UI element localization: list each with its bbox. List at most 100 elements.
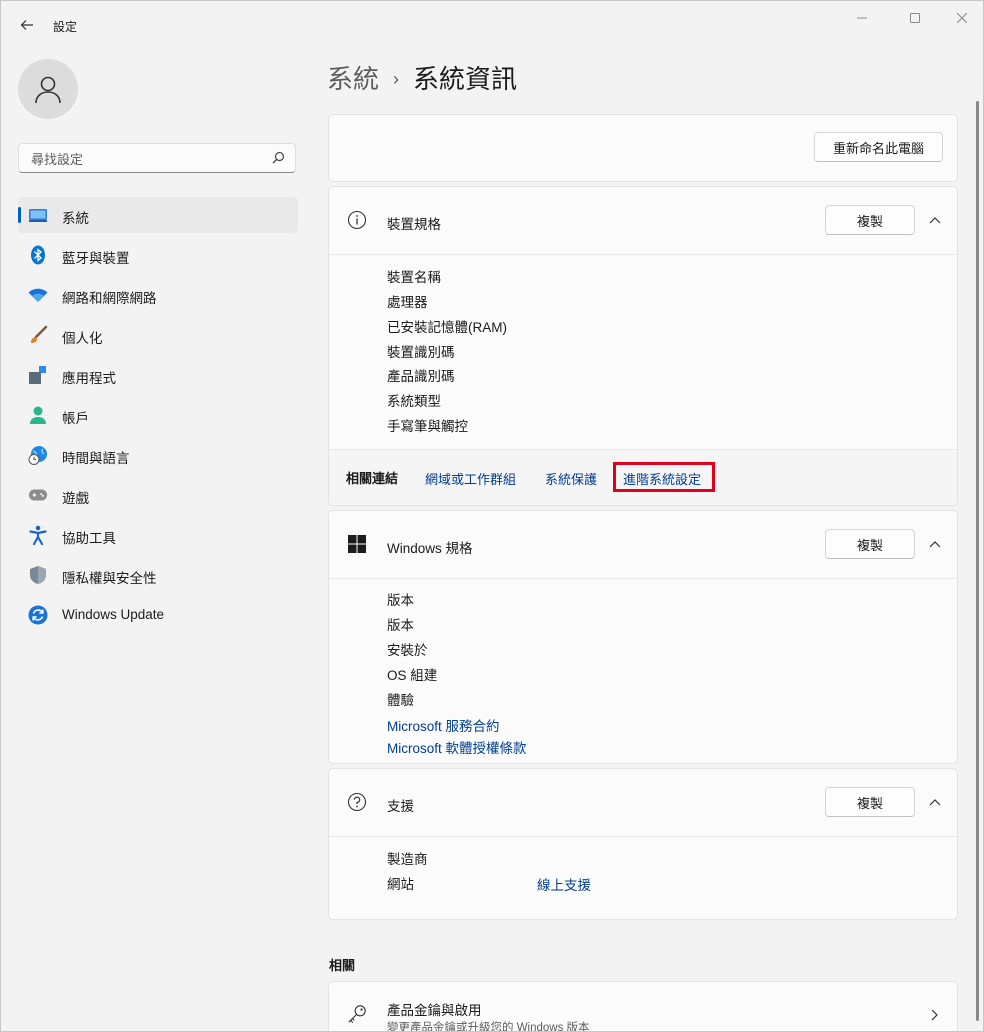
support-copy-button[interactable]: 複製 bbox=[825, 787, 915, 817]
rename-card: 重新命名此電腦 bbox=[328, 114, 958, 182]
user-avatar[interactable] bbox=[18, 59, 78, 119]
divider bbox=[329, 578, 957, 579]
system-protection-link[interactable]: 系統保護 bbox=[545, 469, 597, 488]
domain-workgroup-link[interactable]: 網域或工作群組 bbox=[425, 469, 516, 488]
support-title: 支援 bbox=[387, 799, 414, 814]
back-arrow-icon bbox=[20, 20, 33, 30]
bluetooth-icon bbox=[28, 245, 48, 265]
breadcrumb-separator-icon: › bbox=[393, 69, 400, 89]
search-box bbox=[18, 143, 296, 173]
key-icon bbox=[347, 1004, 367, 1024]
ms-services-agreement-link[interactable]: Microsoft 服務合約 bbox=[387, 715, 500, 735]
sidebar-item-privacy[interactable]: 隱私權與安全性 bbox=[18, 557, 298, 593]
brush-icon bbox=[28, 325, 48, 345]
device-specs-copy-button[interactable]: 複製 bbox=[825, 205, 915, 235]
advanced-system-settings-link[interactable]: 進階系統設定 bbox=[623, 469, 701, 488]
apps-icon bbox=[28, 365, 48, 385]
spec-label-experience: 體驗 bbox=[387, 693, 414, 708]
related-links-label: 相關連結 bbox=[346, 471, 399, 486]
account-icon bbox=[28, 405, 48, 425]
gamepad-icon bbox=[28, 485, 48, 505]
page-title: 系統資訊 bbox=[413, 64, 518, 94]
support-label-manufacturer: 製造商 bbox=[387, 852, 428, 867]
spec-label-version: 版本 bbox=[387, 618, 414, 633]
close-icon bbox=[957, 13, 967, 23]
chevron-up-icon bbox=[929, 541, 941, 548]
support-card: 支援 複製 製造商 網站 線上支援 bbox=[328, 768, 958, 920]
system-display-icon bbox=[28, 205, 48, 225]
chevron-up-icon bbox=[929, 217, 941, 224]
sidebar-item-windows-update[interactable]: Windows Update bbox=[18, 597, 298, 633]
spec-label-processor: 處理器 bbox=[387, 295, 428, 310]
divider bbox=[329, 836, 957, 837]
active-indicator bbox=[18, 207, 21, 223]
maximize-button[interactable] bbox=[892, 7, 938, 29]
sidebar-item-apps[interactable]: 應用程式 bbox=[18, 357, 298, 393]
sidebar-item-label: 應用程式 bbox=[62, 371, 116, 386]
support-label-website: 網站 bbox=[387, 877, 414, 892]
windows-specs-title: Windows 規格 bbox=[387, 541, 473, 556]
title-bar: 設定 bbox=[1, 1, 983, 49]
divider bbox=[329, 254, 957, 255]
product-key-title: 產品金鑰與啟用 bbox=[387, 1003, 482, 1018]
rename-pc-button[interactable]: 重新命名此電腦 bbox=[814, 132, 943, 162]
sidebar-item-label: 時間與語言 bbox=[62, 451, 130, 466]
sidebar-item-system[interactable]: 系統 bbox=[18, 197, 298, 233]
sidebar-item-bluetooth[interactable]: 藍牙與裝置 bbox=[18, 237, 298, 273]
spec-label-edition: 版本 bbox=[387, 593, 414, 608]
sidebar-item-label: 系統 bbox=[62, 211, 89, 226]
minimize-button[interactable] bbox=[839, 7, 885, 29]
ms-license-terms-link[interactable]: Microsoft 軟體授權條款 bbox=[387, 737, 527, 757]
info-icon bbox=[347, 210, 367, 230]
spec-label-installed-on: 安裝於 bbox=[387, 643, 428, 658]
chevron-right-icon bbox=[925, 1005, 945, 1025]
sidebar-item-label: 帳戶 bbox=[62, 411, 89, 426]
sidebar-item-label: 網路和網際網路 bbox=[62, 291, 157, 306]
sidebar-item-label: 遊戲 bbox=[62, 491, 89, 506]
spec-label-system-type: 系統類型 bbox=[387, 394, 441, 409]
sidebar-item-gaming[interactable]: 遊戲 bbox=[18, 477, 298, 513]
shield-icon bbox=[28, 565, 48, 585]
support-collapse-button[interactable] bbox=[925, 792, 945, 812]
sidebar-nav: 系統 藍牙與裝置 網路和網際網路 個人化 應用程式 帳戶 時間與語言 遊戲 協助… bbox=[18, 197, 298, 637]
wifi-icon bbox=[28, 285, 48, 305]
windows-specs-collapse-button[interactable] bbox=[925, 534, 945, 554]
breadcrumb-parent[interactable]: 系統 bbox=[327, 64, 379, 94]
search-input[interactable] bbox=[29, 149, 263, 169]
search-icon[interactable] bbox=[272, 151, 285, 169]
globe-clock-icon bbox=[28, 445, 48, 465]
device-specs-card: 裝置規格 複製 裝置名稱 處理器 已安裝記憶體(RAM) 裝置識別碼 產品識別碼… bbox=[328, 186, 958, 506]
device-specs-collapse-button[interactable] bbox=[925, 210, 945, 230]
update-icon bbox=[28, 605, 48, 625]
sidebar-item-time-language[interactable]: 時間與語言 bbox=[18, 437, 298, 473]
device-specs-title: 裝置規格 bbox=[387, 217, 441, 232]
spec-label-ram: 已安裝記憶體(RAM) bbox=[387, 320, 507, 335]
sidebar-item-network[interactable]: 網路和網際網路 bbox=[18, 277, 298, 313]
sidebar-item-label: 協助工具 bbox=[62, 531, 116, 546]
spec-label-product-id: 產品識別碼 bbox=[387, 369, 455, 384]
sidebar-item-label: Windows Update bbox=[62, 607, 165, 622]
sidebar-item-accounts[interactable]: 帳戶 bbox=[18, 397, 298, 433]
sidebar-item-label: 隱私權與安全性 bbox=[62, 571, 157, 586]
windows-specs-copy-button[interactable]: 複製 bbox=[825, 529, 915, 559]
maximize-icon bbox=[910, 13, 920, 23]
windows-specs-card: Windows 規格 複製 版本 版本 安裝於 OS 組建 體驗 Microso… bbox=[328, 510, 958, 764]
chevron-up-icon bbox=[929, 799, 941, 806]
sidebar-item-personalization[interactable]: 個人化 bbox=[18, 317, 298, 353]
product-key-subtitle: 變更產品金鑰或升級您的 Windows 版本 bbox=[387, 1022, 590, 1032]
accessibility-icon bbox=[28, 525, 48, 545]
related-links-bar: 相關連結 網域或工作群組 系統保護 進階系統設定 bbox=[329, 449, 957, 505]
online-support-link[interactable]: 線上支援 bbox=[537, 874, 591, 894]
breadcrumb: 系統 › 系統資訊 bbox=[327, 59, 517, 96]
spec-label-device-id: 裝置識別碼 bbox=[387, 345, 455, 360]
spec-label-pen-touch: 手寫筆與觸控 bbox=[387, 419, 468, 434]
sidebar-item-accessibility[interactable]: 協助工具 bbox=[18, 517, 298, 553]
scrollbar-thumb[interactable] bbox=[976, 101, 979, 1021]
settings-window: 設定 系統 藍牙與裝置 bbox=[0, 0, 984, 1032]
back-button[interactable] bbox=[15, 13, 39, 37]
product-key-card[interactable]: 產品金鑰與啟用 變更產品金鑰或升級您的 Windows 版本 bbox=[328, 981, 958, 1032]
close-button[interactable] bbox=[939, 7, 983, 29]
minimize-icon bbox=[857, 17, 867, 19]
windows-logo-icon bbox=[347, 534, 367, 554]
scrollbar[interactable] bbox=[976, 101, 980, 1021]
